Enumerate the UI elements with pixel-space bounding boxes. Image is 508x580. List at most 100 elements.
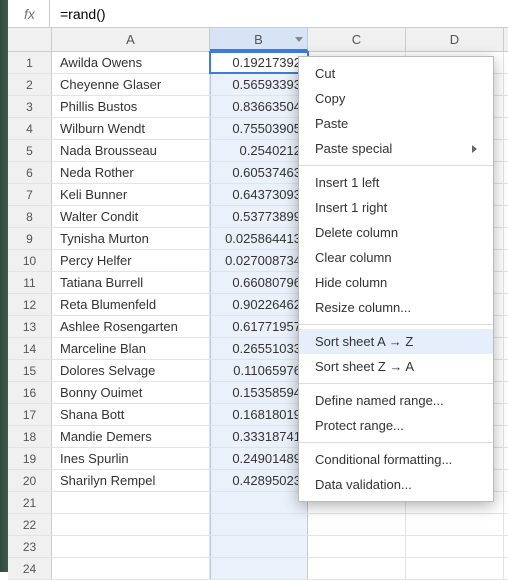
cell[interactable]: Sharilyn Rempel — [52, 470, 210, 491]
menu-copy[interactable]: Copy — [299, 86, 493, 111]
menu-cut[interactable]: Cut — [299, 61, 493, 86]
cell[interactable]: 0.26551033 — [210, 338, 308, 359]
row-header[interactable]: 10 — [8, 250, 52, 271]
menu-insert-left[interactable]: Insert 1 left — [299, 170, 493, 195]
row-header[interactable]: 19 — [8, 448, 52, 469]
cell[interactable] — [308, 558, 406, 579]
row-header[interactable]: 24 — [8, 558, 52, 579]
column-header-c[interactable]: C — [308, 28, 406, 51]
cell[interactable] — [308, 536, 406, 557]
cell[interactable]: 0.83663504 — [210, 96, 308, 117]
cell[interactable]: Dolores Selvage — [52, 360, 210, 381]
row-header[interactable]: 4 — [8, 118, 52, 139]
cell[interactable]: 0.66080796 — [210, 272, 308, 293]
cell[interactable]: 0.19217392 — [210, 52, 308, 73]
row-header[interactable]: 22 — [8, 514, 52, 535]
cell[interactable] — [406, 536, 504, 557]
row-header[interactable]: 1 — [8, 52, 52, 73]
row-header[interactable]: 12 — [8, 294, 52, 315]
menu-data-validation[interactable]: Data validation... — [299, 472, 493, 497]
cell[interactable]: Wilburn Wendt — [52, 118, 210, 139]
cell[interactable]: Ashlee Rosengarten — [52, 316, 210, 337]
cell[interactable]: Nada Brousseau — [52, 140, 210, 161]
menu-clear-column[interactable]: Clear column — [299, 245, 493, 270]
cell[interactable]: Neda Rother — [52, 162, 210, 183]
row-header[interactable]: 3 — [8, 96, 52, 117]
cell[interactable] — [308, 514, 406, 535]
cell[interactable]: 0.56593393 — [210, 74, 308, 95]
row-header[interactable]: 17 — [8, 404, 52, 425]
menu-resize-column[interactable]: Resize column... — [299, 295, 493, 320]
cell[interactable] — [210, 558, 308, 579]
column-header-d[interactable]: D — [406, 28, 504, 51]
cell[interactable]: 0.15358594 — [210, 382, 308, 403]
row-header[interactable]: 8 — [8, 206, 52, 227]
column-header-b[interactable]: B — [210, 28, 308, 51]
cell[interactable] — [406, 514, 504, 535]
cell[interactable]: 0.64373093 — [210, 184, 308, 205]
menu-paste[interactable]: Paste — [299, 111, 493, 136]
cell[interactable] — [210, 492, 308, 513]
menu-insert-right[interactable]: Insert 1 right — [299, 195, 493, 220]
row-header[interactable]: 9 — [8, 228, 52, 249]
cell[interactable] — [52, 536, 210, 557]
menu-protect-range[interactable]: Protect range... — [299, 413, 493, 438]
cell[interactable]: Shana Bott — [52, 404, 210, 425]
cell[interactable]: 0.33318741 — [210, 426, 308, 447]
menu-hide-column[interactable]: Hide column — [299, 270, 493, 295]
row-header[interactable]: 13 — [8, 316, 52, 337]
cell[interactable]: Keli Bunner — [52, 184, 210, 205]
row-header[interactable]: 16 — [8, 382, 52, 403]
cell[interactable]: Marceline Blan — [52, 338, 210, 359]
select-all-corner[interactable] — [8, 28, 52, 51]
menu-named-range[interactable]: Define named range... — [299, 388, 493, 413]
cell[interactable]: Mandie Demers — [52, 426, 210, 447]
cell[interactable]: 0.42895023 — [210, 470, 308, 491]
cell[interactable]: 0.16818019 — [210, 404, 308, 425]
cell[interactable]: 0.75503905 — [210, 118, 308, 139]
cell[interactable]: 0.027008734 — [210, 250, 308, 271]
row-header[interactable]: 23 — [8, 536, 52, 557]
row-header[interactable]: 14 — [8, 338, 52, 359]
formula-input[interactable] — [50, 0, 508, 27]
cell[interactable]: 0.11065976 — [210, 360, 308, 381]
cell[interactable] — [52, 514, 210, 535]
cell[interactable] — [210, 514, 308, 535]
menu-sort-za[interactable]: Sort sheet Z → A — [299, 354, 493, 379]
cell[interactable]: Tatiana Burrell — [52, 272, 210, 293]
row-header[interactable]: 15 — [8, 360, 52, 381]
row-header[interactable]: 21 — [8, 492, 52, 513]
cell[interactable]: Ines Spurlin — [52, 448, 210, 469]
row-header[interactable]: 6 — [8, 162, 52, 183]
row-header[interactable]: 5 — [8, 140, 52, 161]
cell[interactable]: 0.60537463 — [210, 162, 308, 183]
cell[interactable]: 0.61771957 — [210, 316, 308, 337]
cell[interactable] — [406, 558, 504, 579]
cell[interactable]: 0.24901489 — [210, 448, 308, 469]
chevron-down-icon[interactable] — [295, 37, 303, 42]
column-header-a[interactable]: A — [52, 28, 210, 51]
row-header[interactable]: 20 — [8, 470, 52, 491]
menu-conditional-formatting[interactable]: Conditional formatting... — [299, 447, 493, 472]
cell[interactable]: Tynisha Murton — [52, 228, 210, 249]
cell[interactable]: 0.2540212 — [210, 140, 308, 161]
row-header[interactable]: 7 — [8, 184, 52, 205]
cell[interactable]: Cheyenne Glaser — [52, 74, 210, 95]
cell[interactable]: Bonny Ouimet — [52, 382, 210, 403]
cell[interactable]: 0.53773899 — [210, 206, 308, 227]
menu-paste-special[interactable]: Paste special — [299, 136, 493, 161]
cell[interactable]: 0.90226462 — [210, 294, 308, 315]
row-header[interactable]: 2 — [8, 74, 52, 95]
cell[interactable]: 0.025864413 — [210, 228, 308, 249]
menu-sort-az[interactable]: Sort sheet A → Z — [299, 329, 493, 354]
cell[interactable]: Percy Helfer — [52, 250, 210, 271]
cell[interactable] — [52, 558, 210, 579]
row-header[interactable]: 11 — [8, 272, 52, 293]
menu-delete-column[interactable]: Delete column — [299, 220, 493, 245]
cell[interactable]: Walter Condit — [52, 206, 210, 227]
cell[interactable]: Phillis Bustos — [52, 96, 210, 117]
cell[interactable] — [210, 536, 308, 557]
row-header[interactable]: 18 — [8, 426, 52, 447]
cell[interactable]: Awilda Owens — [52, 52, 210, 73]
cell[interactable]: Reta Blumenfeld — [52, 294, 210, 315]
